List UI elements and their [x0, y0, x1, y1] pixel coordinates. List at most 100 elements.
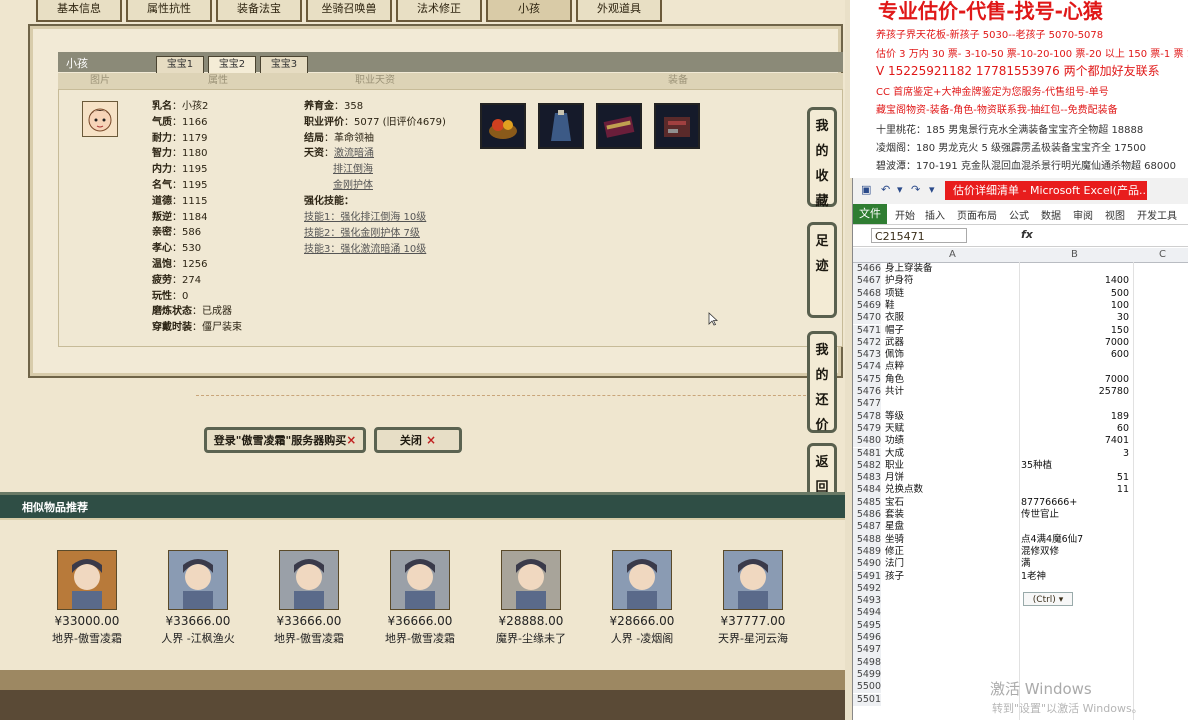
recommend-item[interactable]: ¥33000.00 地界-傲雪凌霜: [37, 550, 137, 646]
row-number[interactable]: 5486: [853, 509, 881, 522]
cell-a[interactable]: 身上穿装备: [885, 263, 933, 275]
row-number[interactable]: 5469: [853, 299, 881, 313]
cell-b[interactable]: 60: [1021, 423, 1129, 435]
row-number[interactable]: 5491: [853, 570, 881, 583]
side-button-favorites[interactable]: 我的收藏: [807, 107, 837, 209]
col-header-a[interactable]: A: [949, 249, 956, 260]
cell-a[interactable]: 坐骑: [885, 534, 904, 546]
row-number[interactable]: 5476: [853, 386, 881, 399]
row-number[interactable]: 5498: [853, 656, 881, 669]
ribbon-tab-home[interactable]: 开始: [895, 207, 915, 222]
tab-equipment[interactable]: 装备法宝: [216, 0, 302, 22]
child-career-value[interactable]: 激流暗涌: [334, 148, 374, 159]
recommend-item[interactable]: ¥36666.00 地界-傲雪凌霜: [370, 550, 470, 646]
fx-icon[interactable]: fx: [1021, 228, 1033, 241]
cell-b[interactable]: 1400: [1021, 275, 1129, 287]
cell-b[interactable]: 满: [1021, 558, 1129, 570]
subtab-baby-2[interactable]: 宝宝2: [208, 56, 256, 74]
row-number[interactable]: 5473: [853, 349, 881, 362]
ribbon-tab-file[interactable]: 文件: [853, 204, 887, 224]
row-number[interactable]: 5490: [853, 558, 881, 571]
row-number[interactable]: 5493: [853, 595, 881, 608]
cell-b[interactable]: 7000: [1021, 337, 1129, 349]
row-number[interactable]: 5494: [853, 607, 881, 620]
paste-options-button[interactable]: (Ctrl) ▾: [1023, 592, 1073, 606]
skill-1[interactable]: 技能1：强化排江倒海 10级: [304, 210, 426, 226]
skill-2[interactable]: 技能2：强化金刚护体 7级: [304, 226, 420, 242]
ribbon-tab-insert[interactable]: 插入: [925, 207, 945, 222]
row-number[interactable]: 5501: [853, 693, 881, 706]
row-number[interactable]: 5485: [853, 496, 881, 509]
recommend-item[interactable]: ¥33666.00 地界-傲雪凌霜: [259, 550, 359, 646]
recommend-item[interactable]: ¥28888.00 魔界-尘缘未了: [481, 550, 581, 646]
cell-a[interactable]: 修正: [885, 546, 904, 558]
cell-a[interactable]: 点粹: [885, 361, 904, 373]
ribbon-tab-view[interactable]: 视图: [1105, 207, 1125, 222]
row-number[interactable]: 5489: [853, 545, 881, 559]
tab-spells[interactable]: 法术修正: [396, 0, 482, 22]
ribbon-tab-data[interactable]: 数据: [1041, 207, 1061, 222]
subtab-baby-3[interactable]: 宝宝3: [260, 56, 308, 74]
tab-child[interactable]: 小孩: [486, 0, 572, 22]
cell-a[interactable]: 大成: [885, 448, 904, 460]
subtab-baby-1[interactable]: 宝宝1: [156, 56, 204, 74]
cell-b[interactable]: 11: [1021, 484, 1129, 496]
ribbon-tab-developer[interactable]: 开发工具: [1137, 207, 1177, 222]
col-header-c[interactable]: C: [1159, 249, 1166, 260]
save-icon[interactable]: ▣: [861, 183, 871, 196]
row-number[interactable]: 5497: [853, 644, 881, 657]
cell-a[interactable]: 衣服: [885, 312, 904, 324]
cell-a[interactable]: 套装: [885, 509, 904, 521]
talent-3[interactable]: 金刚护体: [333, 178, 373, 194]
skill-3[interactable]: 技能3：强化激流暗涌 10级: [304, 242, 426, 258]
ribbon-tab-review[interactable]: 审阅: [1073, 207, 1093, 222]
cell-b[interactable]: 点4满4魔6仙7: [1021, 534, 1129, 546]
cell-a[interactable]: 武器: [885, 337, 904, 349]
cell-a[interactable]: 宝石: [885, 497, 904, 509]
cell-a[interactable]: 角色: [885, 374, 904, 386]
row-number[interactable]: 5500: [853, 681, 881, 694]
row-number[interactable]: 5477: [853, 398, 881, 411]
cell-b[interactable]: 500: [1021, 288, 1129, 300]
row-number[interactable]: 5478: [853, 410, 881, 423]
row-number[interactable]: 5480: [853, 435, 881, 448]
cell-b[interactable]: 25780: [1021, 386, 1129, 398]
cell-a[interactable]: 鞋: [885, 300, 895, 312]
cell-a[interactable]: 法门: [885, 558, 904, 570]
cell-b[interactable]: 混修双修: [1021, 546, 1129, 558]
redo-icon[interactable]: ↷: [911, 183, 920, 196]
row-number[interactable]: 5475: [853, 373, 881, 386]
row-number[interactable]: 5495: [853, 619, 881, 632]
equip-slot-2[interactable]: [538, 103, 584, 149]
cell-a[interactable]: 佩饰: [885, 349, 904, 361]
row-number[interactable]: 5492: [853, 582, 881, 596]
cell-b[interactable]: 600: [1021, 349, 1129, 361]
recommend-item[interactable]: ¥33666.00 人界 -江枫渔火: [148, 550, 248, 646]
row-number[interactable]: 5474: [853, 361, 881, 374]
cell-b[interactable]: 7401: [1021, 435, 1129, 447]
row-number[interactable]: 5470: [853, 312, 881, 325]
col-header-b[interactable]: B: [1071, 249, 1078, 260]
tab-mounts[interactable]: 坐骑召唤兽: [306, 0, 392, 22]
dropdown-icon[interactable]: ▾: [897, 183, 903, 196]
cell-a[interactable]: 兑换点数: [885, 484, 923, 496]
row-number[interactable]: 5479: [853, 422, 881, 436]
cell-b[interactable]: 35种植: [1021, 460, 1129, 472]
side-button-my-offers[interactable]: 我的还价: [807, 331, 837, 433]
customize-icon[interactable]: ▾: [929, 183, 935, 196]
equip-slot-1[interactable]: [480, 103, 526, 149]
cell-b[interactable]: 100: [1021, 300, 1129, 312]
row-number[interactable]: 5487: [853, 521, 881, 534]
row-number[interactable]: 5483: [853, 472, 881, 485]
row-number[interactable]: 5499: [853, 668, 881, 682]
cell-a[interactable]: 帽子: [885, 325, 904, 337]
cell-a[interactable]: 护身符: [885, 275, 914, 287]
cell-a[interactable]: 等级: [885, 411, 904, 423]
row-number[interactable]: 5481: [853, 447, 881, 460]
cell-a[interactable]: 功绩: [885, 435, 904, 447]
tab-attributes[interactable]: 属性抗性: [126, 0, 212, 22]
row-number[interactable]: 5496: [853, 632, 881, 645]
cell-a[interactable]: 共计: [885, 386, 904, 398]
cell-a[interactable]: 月饼: [885, 472, 904, 484]
cell-a[interactable]: 孩子: [885, 571, 904, 583]
